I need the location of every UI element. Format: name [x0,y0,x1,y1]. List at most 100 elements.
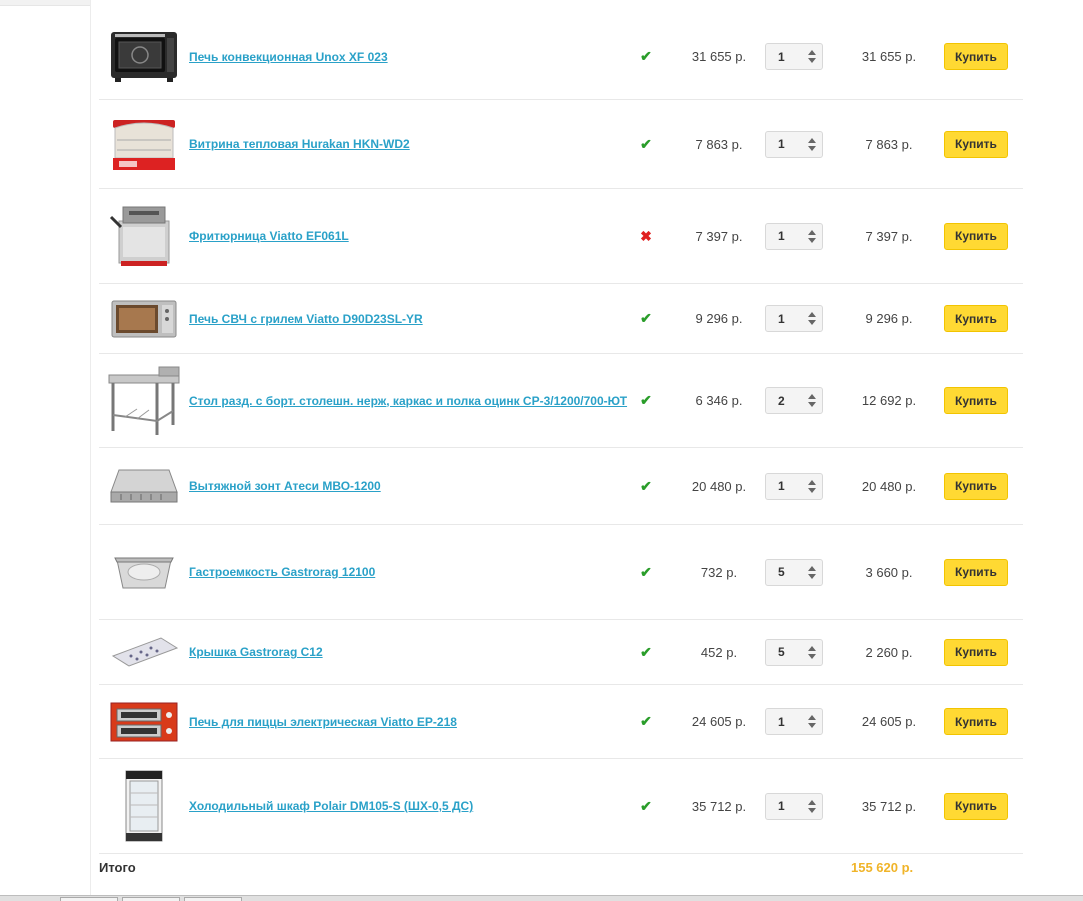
product-link[interactable]: Гастроемкость Gastrorag 12100 [189,565,375,579]
buy-button[interactable]: Купить [944,708,1008,735]
pizza-oven-image[interactable] [109,699,179,745]
quantity-stepper[interactable]: 1 [765,708,823,735]
bottom-tab[interactable] [60,897,118,901]
decrease-quantity-icon[interactable] [808,807,816,813]
product-image[interactable] [107,189,181,283]
quantity-stepper[interactable]: 1 [765,222,823,250]
increase-quantity-icon[interactable] [808,50,816,55]
product-image[interactable] [107,759,181,853]
left-panel-edge [0,0,91,6]
product-link[interactable]: Стол разд. с борт. столешн. нерж, каркас… [189,394,627,408]
decrease-quantity-icon[interactable] [808,320,816,325]
line-total: 31 655 р. [861,49,917,64]
buy-button[interactable]: Купить [944,43,1008,70]
quantity-stepper[interactable]: 1 [765,43,823,70]
product-link[interactable]: Печь для пиццы электрическая Viatto EP-2… [189,715,457,729]
decrease-quantity-icon[interactable] [808,723,816,728]
bottom-tab[interactable] [184,897,242,901]
cart-row: Печь СВЧ с грилем Viatto D90D23SL-YR ✔ 9… [99,284,1023,354]
left-divider [90,0,91,895]
increase-quantity-icon[interactable] [808,312,816,317]
exhaust-hood-image[interactable] [109,464,179,508]
product-link[interactable]: Крышка Gastrorag C12 [189,645,323,659]
product-image[interactable] [107,354,181,447]
unit-price: 31 655 р. [691,49,747,64]
increase-quantity-icon[interactable] [808,229,816,235]
cart-row: Стол разд. с борт. столешн. нерж, каркас… [99,354,1023,448]
buy-button[interactable]: Купить [944,558,1008,586]
decrease-quantity-icon[interactable] [808,487,816,493]
increase-quantity-icon[interactable] [808,565,816,571]
product-image[interactable] [107,525,181,619]
line-total: 3 660 р. [865,564,913,580]
buy-button[interactable]: Купить [944,792,1008,820]
quantity-stepper[interactable]: 1 [765,305,823,332]
gastronorm-container-image[interactable] [109,542,179,602]
bottom-scrollbar[interactable] [0,895,1083,901]
buy-button[interactable]: Купить [944,222,1008,250]
increase-quantity-icon[interactable] [808,645,816,651]
increase-quantity-icon[interactable] [808,137,816,143]
quantity-value: 2 [778,393,785,408]
quantity-stepper[interactable]: 1 [765,130,823,158]
microwave-image[interactable] [110,297,178,341]
container-lid-image[interactable] [109,634,179,670]
quantity-value: 1 [778,137,785,151]
check-icon: ✔ [640,643,652,660]
decrease-quantity-icon[interactable] [808,653,816,659]
product-link[interactable]: Холодильный шкаф Polair DM105-S (ШХ-0,5 … [189,799,473,813]
cart-row: Витрина тепловая Hurakan HKN-WD2 ✔ 7 863… [99,100,1023,189]
quantity-value: 5 [778,565,785,579]
increase-quantity-icon[interactable] [808,394,816,399]
buy-button[interactable]: Купить [944,305,1008,332]
increase-quantity-icon[interactable] [808,715,816,720]
decrease-quantity-icon[interactable] [808,145,816,151]
quantity-value: 5 [778,645,785,659]
check-icon: ✔ [640,310,652,326]
check-icon: ✔ [640,713,652,729]
convection-oven-image[interactable] [109,30,179,84]
increase-quantity-icon[interactable] [808,479,816,485]
quantity-value: 1 [778,799,785,813]
quantity-stepper[interactable]: 1 [765,792,823,820]
product-image[interactable] [107,284,181,353]
buy-button[interactable]: Купить [944,638,1008,666]
line-total: 35 712 р. [861,798,917,814]
buy-button[interactable]: Купить [944,387,1008,414]
product-link[interactable]: Витрина тепловая Hurakan HKN-WD2 [189,137,410,151]
heated-display-image[interactable] [109,114,179,174]
product-link[interactable]: Фритюрница Viatto EF061L [189,229,349,243]
decrease-quantity-icon[interactable] [808,402,816,407]
quantity-value: 1 [778,229,785,243]
cart-row: Крышка Gastrorag C12 ✔ 452 р. 5 2 260 р.… [99,620,1023,685]
quantity-stepper[interactable]: 5 [765,638,823,666]
line-total: 7 863 р. [865,136,913,152]
product-image[interactable] [107,620,181,684]
decrease-quantity-icon[interactable] [808,58,816,63]
buy-button[interactable]: Купить [944,130,1008,158]
line-total: 12 692 р. [861,393,917,408]
cart-row: Вытяжной зонт Атеси МВО-1200 ✔ 20 480 р.… [99,448,1023,525]
product-link[interactable]: Печь СВЧ с грилем Viatto D90D23SL-YR [189,312,423,326]
cart-row: Печь конвекционная Unox XF 023 ✔ 31 655 … [99,14,1023,100]
buy-button[interactable]: Купить [944,472,1008,500]
quantity-stepper[interactable]: 5 [765,558,823,586]
quantity-stepper[interactable]: 1 [765,472,823,500]
product-image[interactable] [107,14,181,99]
product-link[interactable]: Печь конвекционная Unox XF 023 [189,50,388,64]
product-link[interactable]: Вытяжной зонт Атеси МВО-1200 [189,479,381,493]
product-image[interactable] [107,100,181,188]
product-image[interactable] [107,685,181,758]
quantity-stepper[interactable]: 2 [765,387,823,414]
bottom-tab[interactable] [122,897,180,901]
fryer-image[interactable] [109,203,179,269]
decrease-quantity-icon[interactable] [808,237,816,243]
refrigerator-image[interactable] [122,769,166,843]
decrease-quantity-icon[interactable] [808,573,816,579]
total-label: Итого [99,860,136,875]
increase-quantity-icon[interactable] [808,799,816,805]
steel-table-image[interactable] [107,365,181,437]
product-image[interactable] [107,448,181,524]
total-value: 155 620 р. [851,860,914,875]
cart-row: Холодильный шкаф Polair DM105-S (ШХ-0,5 … [99,759,1023,854]
